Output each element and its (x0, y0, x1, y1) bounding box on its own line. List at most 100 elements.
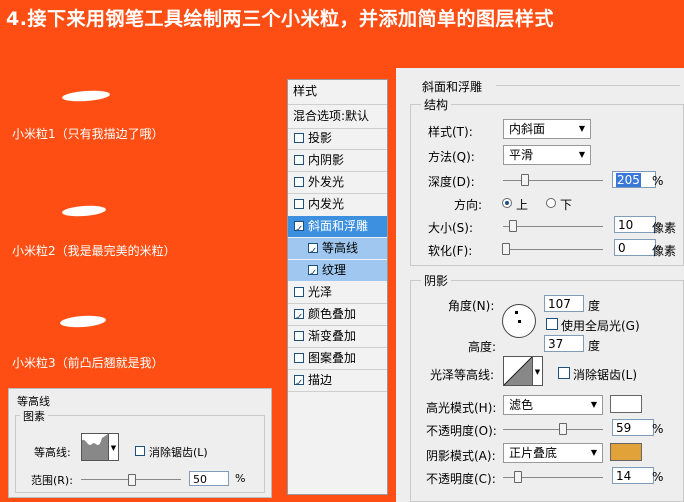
shadow-opacity-unit: % (652, 470, 664, 484)
antialias-checkbox[interactable] (135, 446, 145, 456)
chevron-down-icon: ▼ (578, 124, 585, 133)
style-item-gradient-overlay[interactable]: 渐变叠加 (288, 326, 387, 347)
style-item-stroke[interactable]: 描边 (288, 370, 387, 394)
altitude-input[interactable]: 37 (544, 335, 584, 352)
gloss-contour-preview[interactable] (503, 356, 533, 386)
highlight-mode-label: 高光模式(H): (426, 401, 497, 415)
texture-checkbox[interactable] (308, 263, 318, 284)
depth-slider-thumb[interactable] (521, 174, 529, 186)
pattern-overlay-checkbox[interactable] (294, 353, 304, 363)
technique-select-value: 平滑 (509, 148, 534, 162)
stroke-checkbox[interactable] (294, 373, 304, 394)
size-unit: 像素 (652, 221, 677, 235)
style-item-inner-glow[interactable]: 内发光 (288, 194, 387, 215)
global-light-checkbox[interactable] (546, 318, 558, 330)
soften-label: 软化(F): (428, 244, 473, 258)
styles-header[interactable]: 样式 (288, 81, 387, 102)
blend-options-item[interactable]: 混合选项:默认 (288, 106, 387, 127)
shadow-mode-select[interactable]: 正片叠底 ▼ (503, 443, 603, 463)
chevron-down-icon: ▼ (578, 150, 585, 159)
range-unit: % (235, 472, 246, 485)
size-slider-track[interactable] (503, 226, 603, 227)
angle-input[interactable]: 107 (544, 295, 584, 312)
style-select[interactable]: 内斜面 ▼ (503, 119, 591, 139)
style-item-satin[interactable]: 光泽 (288, 282, 387, 303)
chevron-down-icon: ▼ (590, 448, 597, 457)
highlight-mode-value: 滤色 (509, 398, 534, 412)
direction-up-radio[interactable] (502, 198, 512, 208)
style-item-bevel-emboss[interactable]: 斜面和浮雕 (288, 216, 387, 240)
contour-checkbox[interactable] (308, 241, 318, 262)
highlight-color-swatch[interactable] (610, 395, 642, 413)
gloss-antialias-label: 消除锯齿(L) (573, 368, 638, 382)
shadow-opacity-input[interactable]: 14 (612, 467, 654, 484)
shadow-opacity-label: 不透明度(C): (426, 472, 496, 486)
drop-shadow-checkbox[interactable] (294, 133, 304, 143)
satin-checkbox[interactable] (294, 287, 304, 297)
antialias-label: 消除锯齿(L) (149, 446, 208, 459)
gradient-overlay-checkbox[interactable] (294, 331, 304, 341)
direction-up-label: 上 (516, 198, 529, 212)
depth-input-value: 205 (616, 173, 641, 187)
size-slider-thumb[interactable] (509, 220, 517, 232)
size-input[interactable]: 10 (614, 216, 656, 233)
contour-label: 等高线: (34, 446, 71, 459)
highlight-opacity-unit: % (652, 422, 664, 436)
highlight-opacity-slider-thumb[interactable] (559, 423, 567, 435)
tutorial-headline: 4.接下来用钢笔工具绘制两三个小米粒，并添加简单的图层样式 (6, 8, 554, 30)
range-input[interactable]: 50 (189, 471, 229, 486)
divider (288, 391, 387, 392)
contour-dropdown-button[interactable]: ▼ (109, 433, 119, 461)
soften-slider-track[interactable] (503, 249, 603, 250)
depth-input[interactable]: 205 (612, 171, 656, 188)
style-item-inner-shadow[interactable]: 内阴影 (288, 150, 387, 171)
contour-panel-title: 等高线 (17, 395, 50, 408)
highlight-mode-select[interactable]: 滤色 ▼ (503, 395, 603, 415)
technique-label: 方法(Q): (428, 150, 475, 164)
style-item-texture[interactable]: 纹理 (288, 260, 387, 284)
soften-unit: 像素 (652, 244, 677, 258)
bevel-panel-title: 斜面和浮雕 (422, 80, 483, 94)
direction-down-radio[interactable] (546, 198, 556, 208)
rice-grain-1 (61, 89, 111, 103)
style-item-drop-shadow[interactable]: 投影 (288, 128, 387, 149)
elements-group-title: 图素 (20, 408, 48, 424)
gloss-antialias-checkbox[interactable] (558, 367, 570, 379)
direction-label: 方向: (454, 198, 483, 212)
structure-group-title: 结构 (421, 96, 452, 113)
bevel-emboss-checkbox[interactable] (294, 219, 304, 240)
layer-style-list: 样式 混合选项:默认 投影 内阴影 外发光 内发光 斜面和浮雕 等高线 纹理 光… (287, 79, 388, 495)
soften-slider-thumb[interactable] (502, 243, 510, 255)
contour-preview[interactable] (81, 433, 109, 461)
rice-grain-3-label: 小米粒3（前凸后翘就是我） (12, 356, 164, 370)
style-select-value: 内斜面 (509, 122, 546, 136)
technique-select[interactable]: 平滑 ▼ (503, 145, 591, 165)
size-label: 大小(S): (428, 221, 474, 235)
style-item-pattern-overlay[interactable]: 图案叠加 (288, 348, 387, 369)
shadow-color-swatch[interactable] (610, 443, 642, 461)
inner-shadow-checkbox[interactable] (294, 155, 304, 165)
highlight-opacity-input[interactable]: 59 (612, 419, 654, 436)
shadow-mode-label: 阴影模式(A): (426, 449, 496, 463)
bevel-emboss-panel: 斜面和浮雕 结构 样式(T): 内斜面 ▼ 方法(Q): 平滑 ▼ 深度(D): 2… (396, 68, 684, 502)
global-light-label: 使用全局光(G) (561, 319, 640, 333)
angle-dial[interactable] (502, 304, 536, 338)
depth-label: 深度(D): (428, 175, 475, 189)
divider (288, 104, 387, 105)
color-overlay-checkbox[interactable] (294, 307, 304, 328)
style-item-outer-glow[interactable]: 外发光 (288, 172, 387, 193)
depth-slider-track[interactable] (503, 180, 603, 181)
shadow-opacity-slider-thumb[interactable] (514, 471, 522, 483)
range-slider-thumb[interactable] (128, 474, 136, 486)
angle-dial-center (518, 320, 521, 323)
range-label: 范围(R): (31, 474, 73, 487)
highlight-opacity-slider-track[interactable] (503, 429, 603, 430)
style-item-contour[interactable]: 等高线 (288, 238, 387, 262)
direction-down-label: 下 (560, 198, 573, 212)
highlight-opacity-label: 不透明度(O): (426, 424, 497, 438)
soften-input[interactable]: 0 (614, 239, 656, 256)
outer-glow-checkbox[interactable] (294, 177, 304, 187)
style-item-color-overlay[interactable]: 颜色叠加 (288, 304, 387, 328)
inner-glow-checkbox[interactable] (294, 199, 304, 209)
gloss-contour-dropdown-button[interactable]: ▼ (533, 356, 543, 386)
